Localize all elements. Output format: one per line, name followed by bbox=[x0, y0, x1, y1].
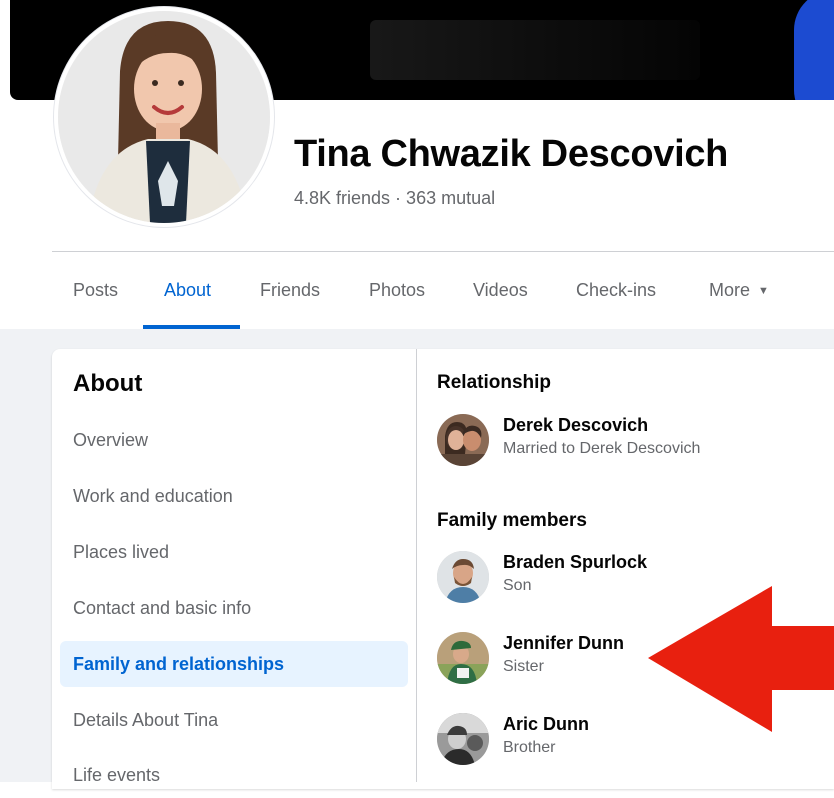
about-nav-work-education[interactable]: Work and education bbox=[60, 473, 408, 519]
tab-check-ins[interactable]: Check-ins bbox=[576, 252, 656, 329]
profile-avatar[interactable] bbox=[54, 7, 274, 227]
tab-videos[interactable]: Videos bbox=[473, 252, 528, 329]
profile-name: Tina Chwazik Descovich bbox=[294, 133, 729, 175]
about-title: About bbox=[73, 370, 143, 397]
avatar[interactable] bbox=[437, 551, 489, 603]
family-heading: Family members bbox=[437, 510, 587, 531]
person-relation: Married to Derek Descovich bbox=[503, 440, 701, 457]
cover-photo-accent bbox=[794, 0, 834, 100]
annotation-arrow-icon bbox=[648, 586, 834, 732]
relationship-heading: Relationship bbox=[437, 372, 552, 393]
person-relation: Brother bbox=[503, 739, 556, 756]
avatar[interactable] bbox=[437, 414, 489, 466]
person-name[interactable]: Derek Descovich bbox=[503, 415, 648, 436]
tab-about[interactable]: About bbox=[164, 252, 211, 329]
person-relation: Sister bbox=[503, 658, 544, 675]
about-nav-overview[interactable]: Overview bbox=[60, 417, 408, 463]
profile-avatar-illustration bbox=[58, 11, 270, 223]
tab-posts[interactable]: Posts bbox=[73, 252, 118, 329]
avatar[interactable] bbox=[437, 632, 489, 684]
tab-friends[interactable]: Friends bbox=[260, 252, 320, 329]
profile-tabs: Posts About Friends Photos Videos Check-… bbox=[52, 252, 834, 329]
family-avatar-illustration bbox=[437, 632, 489, 684]
person-name[interactable]: Braden Spurlock bbox=[503, 552, 647, 573]
avatar[interactable] bbox=[437, 713, 489, 765]
about-nav-contact-info[interactable]: Contact and basic info bbox=[60, 585, 408, 631]
person-name[interactable]: Aric Dunn bbox=[503, 714, 589, 735]
about-nav-life-events[interactable]: Life events bbox=[60, 752, 408, 798]
about-nav-details[interactable]: Details About Tina bbox=[60, 697, 408, 743]
tab-more[interactable]: More ▼ bbox=[709, 252, 769, 329]
about-nav-places-lived[interactable]: Places lived bbox=[60, 529, 408, 575]
tab-more-label: More bbox=[709, 280, 751, 300]
friend-count[interactable]: 4.8K friends · 363 mutual bbox=[294, 188, 495, 209]
person-relation: Son bbox=[503, 577, 532, 594]
about-nav-family-relationships[interactable]: Family and relationships bbox=[60, 641, 408, 687]
relationship-avatar-illustration bbox=[437, 414, 489, 466]
person-name[interactable]: Jennifer Dunn bbox=[503, 633, 624, 654]
relationship-person[interactable]: Derek Descovich Married to Derek Descovi… bbox=[437, 414, 817, 468]
about-sidebar-divider bbox=[416, 349, 417, 782]
family-avatar-illustration bbox=[437, 713, 489, 765]
cover-photo-detail bbox=[370, 20, 700, 80]
family-avatar-illustration bbox=[437, 551, 489, 603]
tab-photos[interactable]: Photos bbox=[369, 252, 425, 329]
caret-down-icon: ▼ bbox=[758, 285, 769, 297]
